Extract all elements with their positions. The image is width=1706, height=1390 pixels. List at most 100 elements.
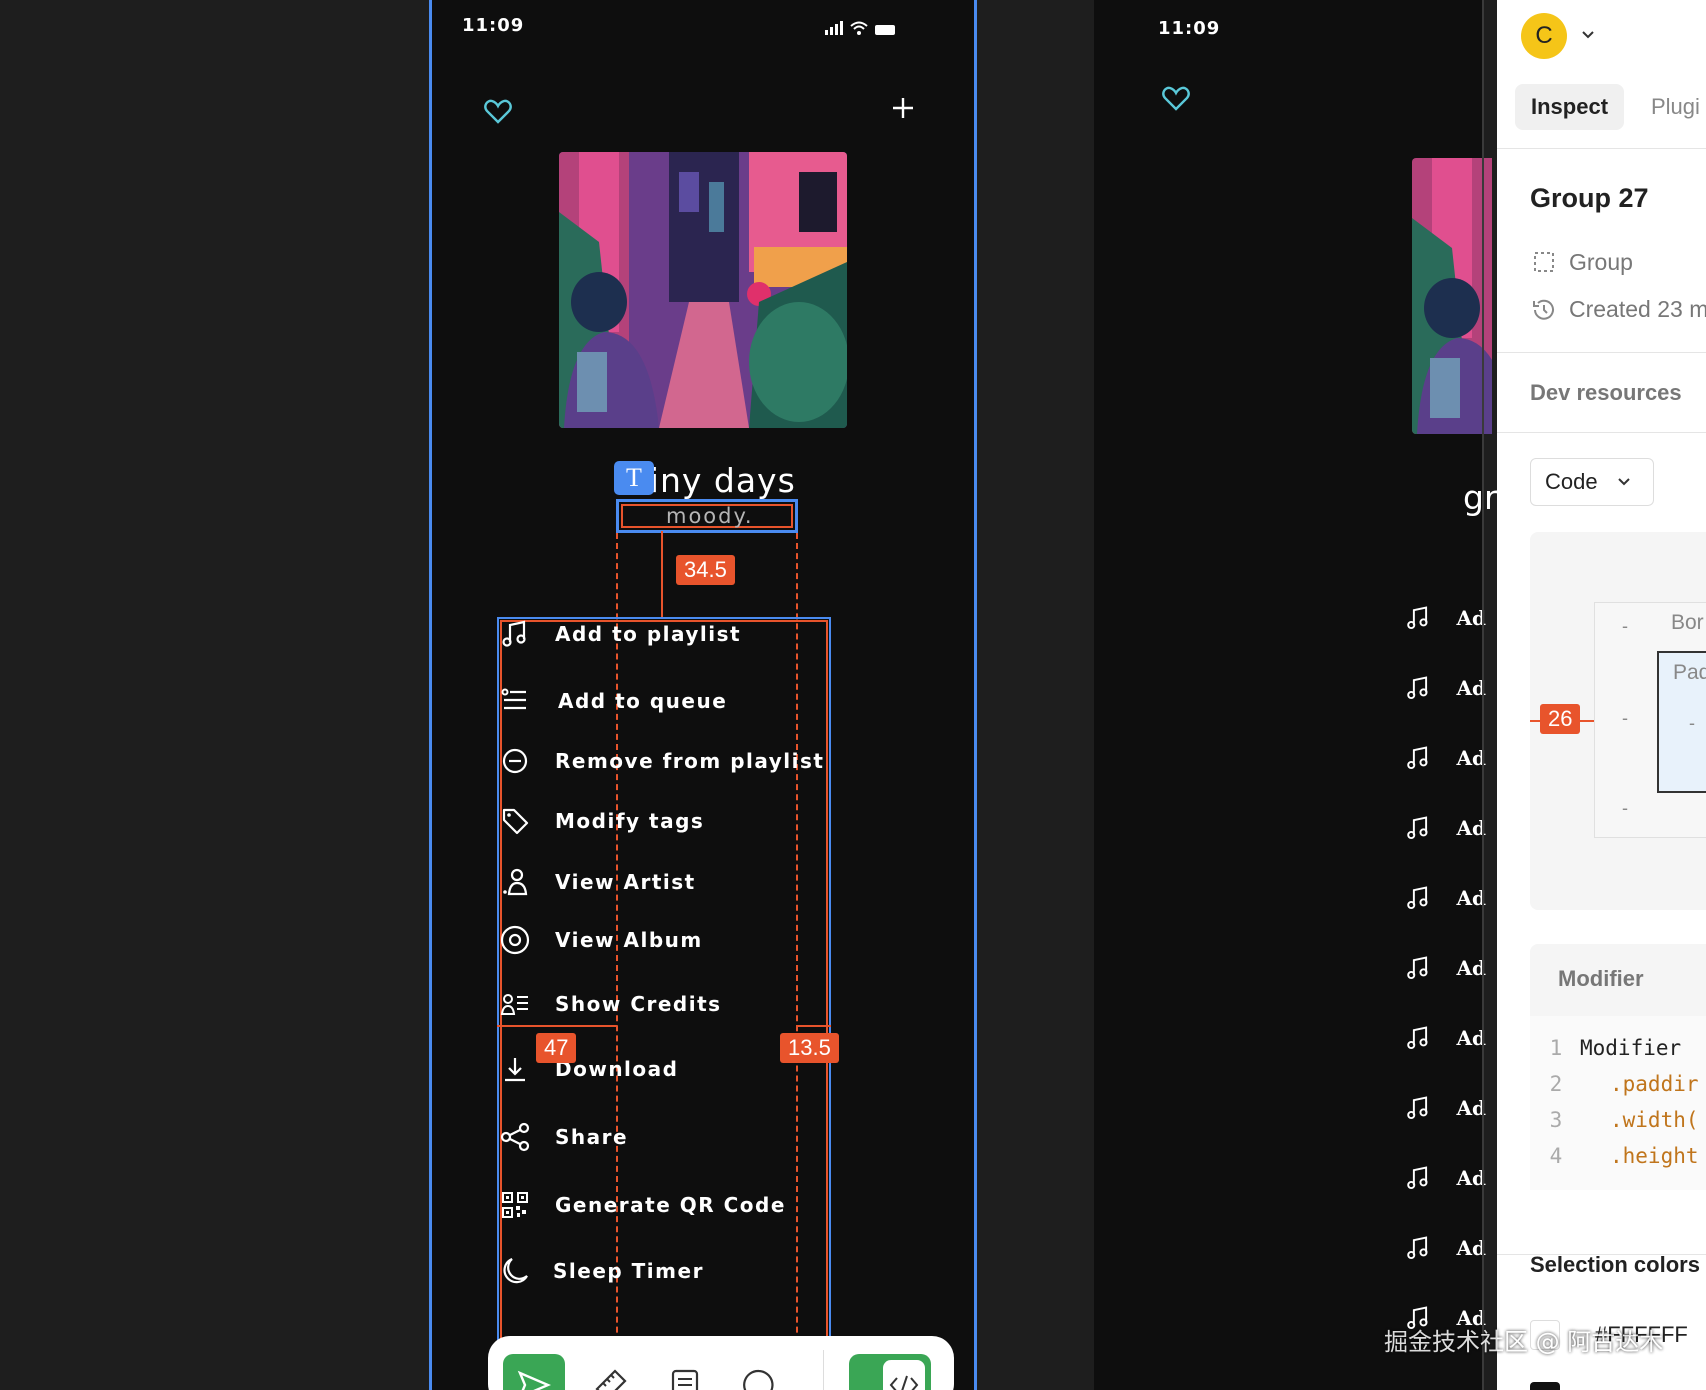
music-note-icon [1407, 1236, 1428, 1260]
menu-item-add-to-playlist[interactable]: Add to playlist [498, 614, 741, 654]
frame-divider [1482, 0, 1484, 1390]
dev-resources-heading[interactable]: Dev resources [1530, 380, 1682, 406]
signal-icon [825, 21, 843, 35]
plus-icon[interactable] [891, 96, 915, 120]
design-canvas[interactable]: 11:09 rainy days T moody. 34.5 Add to pl… [0, 0, 1706, 1390]
measure-line-h-right [796, 1025, 831, 1027]
list-item[interactable]: Ad [1406, 1018, 1486, 1058]
list-item[interactable]: Ad [1406, 808, 1486, 848]
comment-icon [743, 1369, 774, 1390]
heart-icon[interactable] [1162, 86, 1190, 112]
measure-line-h-left [497, 1025, 617, 1027]
padding-label: Pad [1673, 661, 1706, 684]
annotate-tool-button[interactable] [654, 1354, 716, 1390]
music-note-icon [1407, 746, 1428, 770]
measure-label-gap: 34.5 [676, 555, 735, 586]
chevron-down-icon[interactable] [1581, 30, 1595, 40]
menu-item-share[interactable]: Share [498, 1117, 628, 1157]
note-icon [671, 1369, 699, 1390]
text-tool-icon: T [614, 461, 654, 495]
menu-item-label: Show Credits [555, 992, 722, 1016]
measure-label-left: 47 [536, 1033, 577, 1064]
tag-icon [498, 804, 532, 838]
code-line: 3 .width( [1549, 1108, 1699, 1132]
battery-icon [875, 25, 895, 35]
toolbar-divider [823, 1350, 824, 1390]
song-title-partial: gr [1463, 478, 1498, 517]
created-label: Created 23 m [1569, 296, 1706, 322]
album-icon [498, 923, 532, 957]
inspector-panel: C Inspect Plugi Group 27 Group Created 2… [1497, 0, 1706, 1390]
list-item[interactable]: Ad [1406, 598, 1486, 638]
list-item[interactable]: Ad [1406, 738, 1486, 778]
music-note-icon [1407, 956, 1428, 980]
queue-list-icon [498, 684, 532, 718]
color-swatch-black[interactable] [1530, 1382, 1560, 1390]
menu-item-remove-from-playlist[interactable]: Remove from playlist [498, 741, 824, 781]
menu-item-label: Add to queue [558, 689, 728, 713]
menu-item-show-credits[interactable]: Show Credits [498, 984, 722, 1024]
code-line: 4 .height [1549, 1144, 1699, 1168]
menu-item-label: Share [555, 1125, 629, 1149]
code-block: Modifier 1 Modifier 2 .paddir 3 .width( 4 .h… [1530, 944, 1706, 1190]
tab-inspect[interactable]: Inspect [1515, 84, 1625, 130]
menu-item-generate-qr[interactable]: Generate QR Code [498, 1185, 786, 1225]
qr-code-icon [498, 1188, 532, 1222]
dev-mode-toggle[interactable] [849, 1354, 931, 1390]
measure-line-vertical [661, 531, 663, 617]
menu-item-label: Add to playlist [555, 622, 742, 646]
menu-item-sleep-timer[interactable]: Sleep Timer [498, 1251, 704, 1291]
menu-item-label: View Artist [555, 870, 696, 894]
code-language-select[interactable]: Code [1530, 458, 1654, 506]
measure-tool-button[interactable] [580, 1354, 642, 1390]
padding-box: Pad - [1657, 651, 1706, 793]
phone-frame-secondary[interactable]: 11:09 gr Ad Ad Ad Ad Ad Ad Ad Ad Ad Ad Ad [1094, 0, 1498, 1390]
music-note-icon [1407, 1026, 1428, 1050]
send-icon [517, 1370, 551, 1390]
code-lines: 1 Modifier 2 .paddir 3 .width( 4 .height [1530, 1016, 1706, 1190]
move-tool-button[interactable] [503, 1354, 565, 1390]
avatar[interactable]: C [1521, 13, 1567, 59]
list-item[interactable]: Ad [1406, 668, 1486, 708]
moon-icon [498, 1254, 532, 1288]
status-icons [825, 21, 895, 35]
measure-label-padding: 26 [1540, 704, 1581, 735]
share-icon [498, 1120, 532, 1154]
menu-item-label: Remove from playlist [555, 749, 825, 773]
separator [1497, 432, 1706, 433]
music-note-icon [1407, 676, 1428, 700]
credits-icon [498, 987, 532, 1021]
tab-plugins[interactable]: Plugi [1635, 84, 1706, 130]
group-icon [1534, 252, 1554, 272]
download-icon [498, 1052, 532, 1086]
padding-value: - [1689, 713, 1695, 733]
code-line: 1 Modifier [1549, 1036, 1682, 1060]
list-item[interactable]: Ad [1406, 1228, 1486, 1268]
menu-item-view-artist[interactable]: View Artist [498, 862, 696, 902]
chevron-down-icon [1617, 478, 1630, 486]
album-cover-partial [1412, 158, 1492, 434]
menu-item-label: View Album [555, 928, 703, 952]
phone-frame-selected[interactable]: 11:09 rainy days T moody. 34.5 Add to pl… [429, 0, 977, 1390]
list-item[interactable]: Ad [1406, 948, 1486, 988]
status-time: 11:09 [462, 15, 525, 36]
menu-item-label: Sleep Timer [553, 1259, 704, 1283]
menu-item-view-album[interactable]: View Album [498, 920, 703, 960]
minus-circle-icon [498, 744, 532, 778]
menu-item-download[interactable]: Download [498, 1049, 678, 1089]
list-item[interactable]: Ad [1406, 1158, 1486, 1198]
list-item[interactable]: Ad [1406, 1088, 1486, 1128]
menu-item-modify-tags[interactable]: Modify tags [498, 801, 704, 841]
border-box: Bor Pad - [1594, 602, 1706, 838]
ruler-icon [595, 1369, 627, 1390]
menu-item-label: Modify tags [555, 809, 705, 833]
status-time: 11:09 [1158, 18, 1221, 39]
heart-icon[interactable] [484, 99, 512, 125]
music-note-icon [1407, 886, 1428, 910]
album-cover [559, 152, 847, 428]
list-item[interactable]: Ad [1406, 878, 1486, 918]
song-subtitle: moody. [666, 504, 754, 528]
menu-item-add-to-queue[interactable]: Add to queue [498, 681, 727, 721]
box-model-panel: Bor Pad - - - - 26 [1530, 532, 1706, 910]
comment-tool-button[interactable] [728, 1354, 790, 1390]
